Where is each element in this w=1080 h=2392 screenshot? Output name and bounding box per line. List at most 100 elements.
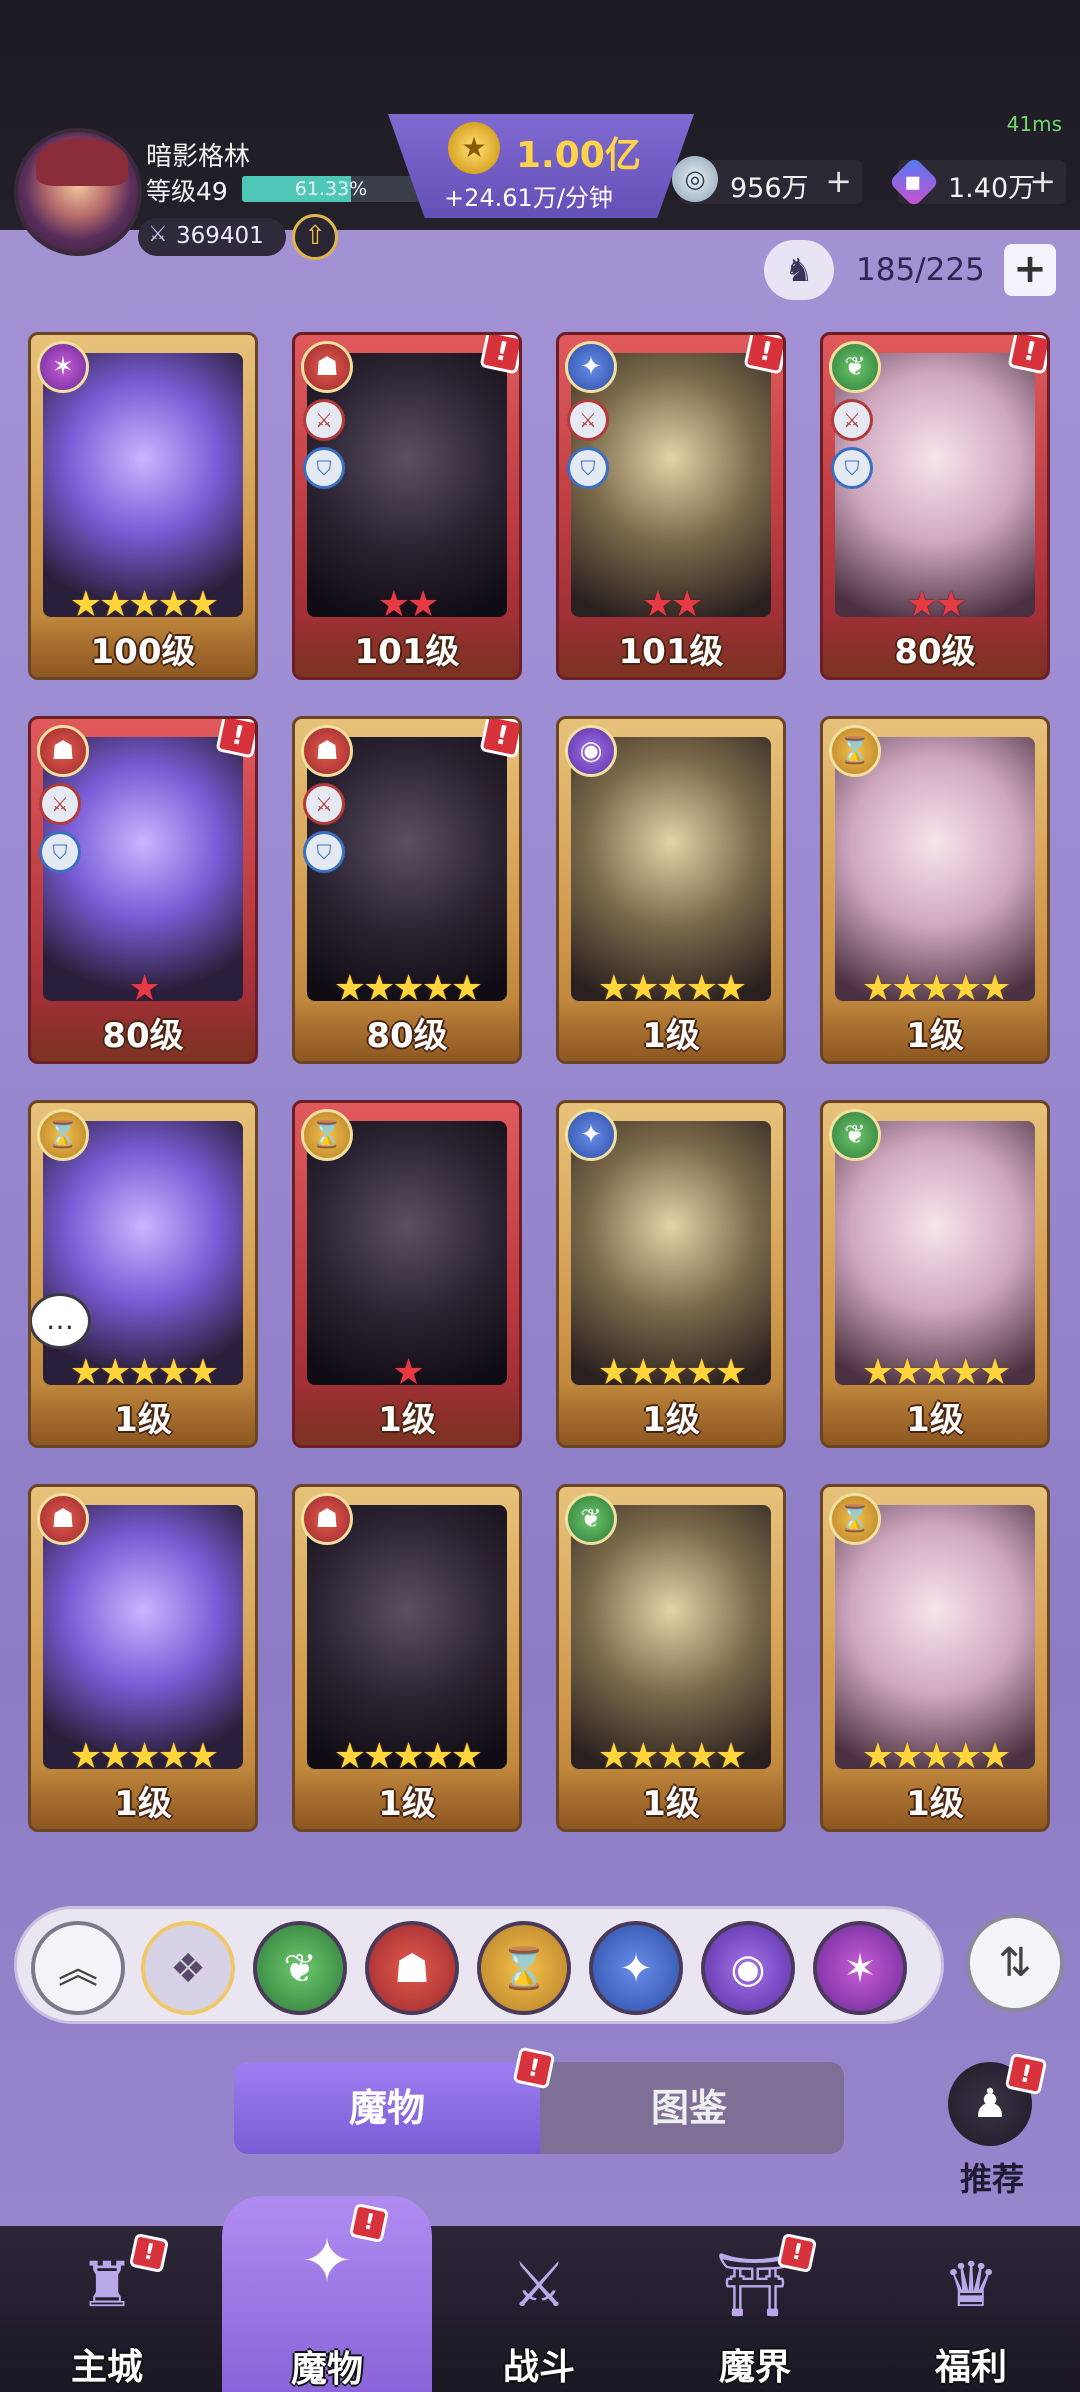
star-rating: ★★ (295, 584, 519, 625)
monster-portrait (571, 1121, 771, 1385)
star-icon: ★ (421, 1736, 454, 1777)
monster-portrait (571, 737, 771, 1001)
star-icon: ★ (656, 968, 688, 1009)
collapse-filter-button[interactable]: ︽ (31, 1921, 125, 2015)
time-filter-button[interactable]: ⌛ (477, 1921, 571, 2015)
capacity-value: 185/225 (856, 252, 985, 288)
add-silver-button[interactable]: + (825, 162, 852, 200)
attack-role-icon: ⚔ (831, 399, 873, 441)
arcane-filter-button[interactable]: ✶ (813, 1921, 907, 2015)
monster-card[interactable]: ✶ ★★★★★ 100级 (28, 332, 258, 680)
monster-card[interactable]: ⌛ ★ 1级 (292, 1100, 522, 1448)
star-icon: ★ (69, 584, 102, 625)
monster-level: 1级 (642, 1400, 700, 1440)
nav-item[interactable]: ⚔ 战斗 (434, 2226, 644, 2392)
star-icon: ★ (363, 1736, 395, 1777)
nav-alert-badge: ! (348, 2202, 390, 2244)
star-icon: ★ (891, 968, 923, 1009)
attack-role-icon: ⚔ (303, 399, 345, 441)
star-icon: ★ (714, 1352, 747, 1393)
monster-card[interactable]: ✦ ★★★★★ 1级 (556, 1100, 786, 1448)
star-icon: ★ (949, 968, 982, 1009)
star-icon: ★ (69, 1352, 102, 1393)
monster-card[interactable]: ⌛… ★★★★★ 1级 (28, 1100, 258, 1448)
star-icon: ★ (978, 1352, 1011, 1393)
monster-level: 1级 (906, 1016, 964, 1056)
star-icon: ★ (641, 584, 674, 625)
attack-role-icon: ⚔ (567, 399, 609, 441)
star-icon: ★ (597, 1736, 630, 1777)
monster-card[interactable]: ❦ ★★★★★ 1级 (556, 1484, 786, 1832)
monster-card[interactable]: ☗ ⚔ ⛉ ★★★★★ 80级! (292, 716, 522, 1064)
monster-portrait (43, 737, 243, 1001)
monster-card[interactable]: ◉ ★★★★★ 1级 (556, 716, 786, 1064)
nav-item[interactable]: ⛩ 魔界! (650, 2226, 860, 2392)
monster-card[interactable]: ☗ ★★★★★ 1级 (292, 1484, 522, 1832)
upgrade-button[interactable]: ⇧ (292, 214, 338, 260)
demon-filter-button[interactable]: ☗ (365, 1921, 459, 2015)
monster-card[interactable]: ☗ ⚔ ⛉ ★★ 101级! (292, 332, 522, 680)
monster-level: 1级 (906, 1784, 964, 1824)
nav-item[interactable]: ♜ 主城! (2, 2226, 212, 2392)
monster-card[interactable]: ✦ ⚔ ⛉ ★★ 101级! (556, 332, 786, 680)
exp-percent: 61.33% (294, 178, 368, 200)
monster-level: 80级 (894, 632, 976, 672)
monster-card[interactable]: ⌛ ★★★★★ 1级 (820, 1484, 1050, 1832)
monster-card[interactable]: ☗ ★★★★★ 1级 (28, 1484, 258, 1832)
star-icon: ★ (128, 584, 160, 625)
silver-resource[interactable]: ◎ 956万 + (672, 156, 862, 204)
attack-role-icon: ⚔ (39, 783, 81, 825)
leaf-icon: ❦ (829, 1109, 881, 1161)
monster-level: 1级 (378, 1784, 436, 1824)
sort-button[interactable]: ⇅ (966, 1914, 1064, 2012)
star-rating: ★★★★★ (823, 1736, 1047, 1777)
hourglass-icon: ⌛ (829, 725, 881, 777)
beast-filter-button[interactable]: ✦ (589, 1921, 683, 2015)
nav-item[interactable]: ✦ 魔物! (222, 2196, 432, 2392)
mask-icon: ☗ (394, 1946, 430, 1992)
monster-card[interactable]: ❦ ⚔ ⛉ ★★ 80级! (820, 332, 1050, 680)
monster-card[interactable]: ☗ ⚔ ⛉ ★ 80级! (28, 716, 258, 1064)
nature-filter-button[interactable]: ❦ (253, 1921, 347, 2015)
star-icon: ★ (377, 584, 410, 625)
star-rating: ★ (295, 1352, 519, 1393)
monster-card[interactable]: ❦ ★★★★★ 1级 (820, 1100, 1050, 1448)
alert-badge: ! (479, 335, 519, 375)
star-rating: ★★★★★ (823, 1352, 1047, 1393)
mask-icon: ☗ (301, 1493, 353, 1545)
gem-resource[interactable]: ◆ 1.40万 + (888, 156, 1066, 208)
star-icon: ★ (99, 584, 131, 625)
nav-alert-badge: ! (776, 2232, 818, 2274)
view-tabs: 魔物 图鉴 ! (234, 2046, 844, 2154)
star-icon: ★ (891, 1352, 923, 1393)
star-icon: ★ (157, 1352, 190, 1393)
leaf-icon: ❦ (283, 1946, 317, 1992)
eye-filter-button[interactable]: ◉ (701, 1921, 795, 2015)
star-icon: ★ (333, 968, 366, 1009)
nav-item[interactable]: ♛ 福利 (866, 2226, 1076, 2392)
recommend-button[interactable]: ♟ 推荐 ! (944, 2052, 1048, 2202)
gold-amount: 1.00亿 (516, 135, 641, 176)
monster-portrait (571, 353, 771, 617)
star-icon: ★ (861, 1352, 894, 1393)
nav-label: 主城 (70, 2347, 143, 2388)
monster-card[interactable]: ⌛ ★★★★★ 1级 (820, 716, 1050, 1064)
exp-bar: 61.33% (242, 176, 420, 202)
gem-value: 1.40万 (948, 173, 1036, 204)
add-capacity-button[interactable]: + (1004, 244, 1056, 296)
recommend-label: 推荐 (959, 2160, 1024, 2198)
tab-monster[interactable]: 魔物 (234, 2062, 540, 2154)
chevron-up-icon: ︽ (58, 1946, 98, 1992)
monster-level: 1级 (114, 1784, 172, 1824)
all-filter-button[interactable]: ❖ (141, 1921, 235, 2015)
star-icon: ★ (450, 968, 483, 1009)
star-rating: ★★ (559, 584, 783, 625)
chat-icon[interactable]: … (31, 1293, 91, 1349)
avatar[interactable] (14, 128, 142, 256)
tab-guide[interactable]: 图鉴 (534, 2062, 844, 2154)
nav-label: 战斗 (502, 2347, 575, 2388)
star-icon: ★ (99, 1352, 131, 1393)
add-gem-button[interactable]: + (1029, 162, 1056, 200)
gold-coin-icon: ★ (448, 122, 500, 174)
alert-badge: ! (215, 719, 255, 759)
